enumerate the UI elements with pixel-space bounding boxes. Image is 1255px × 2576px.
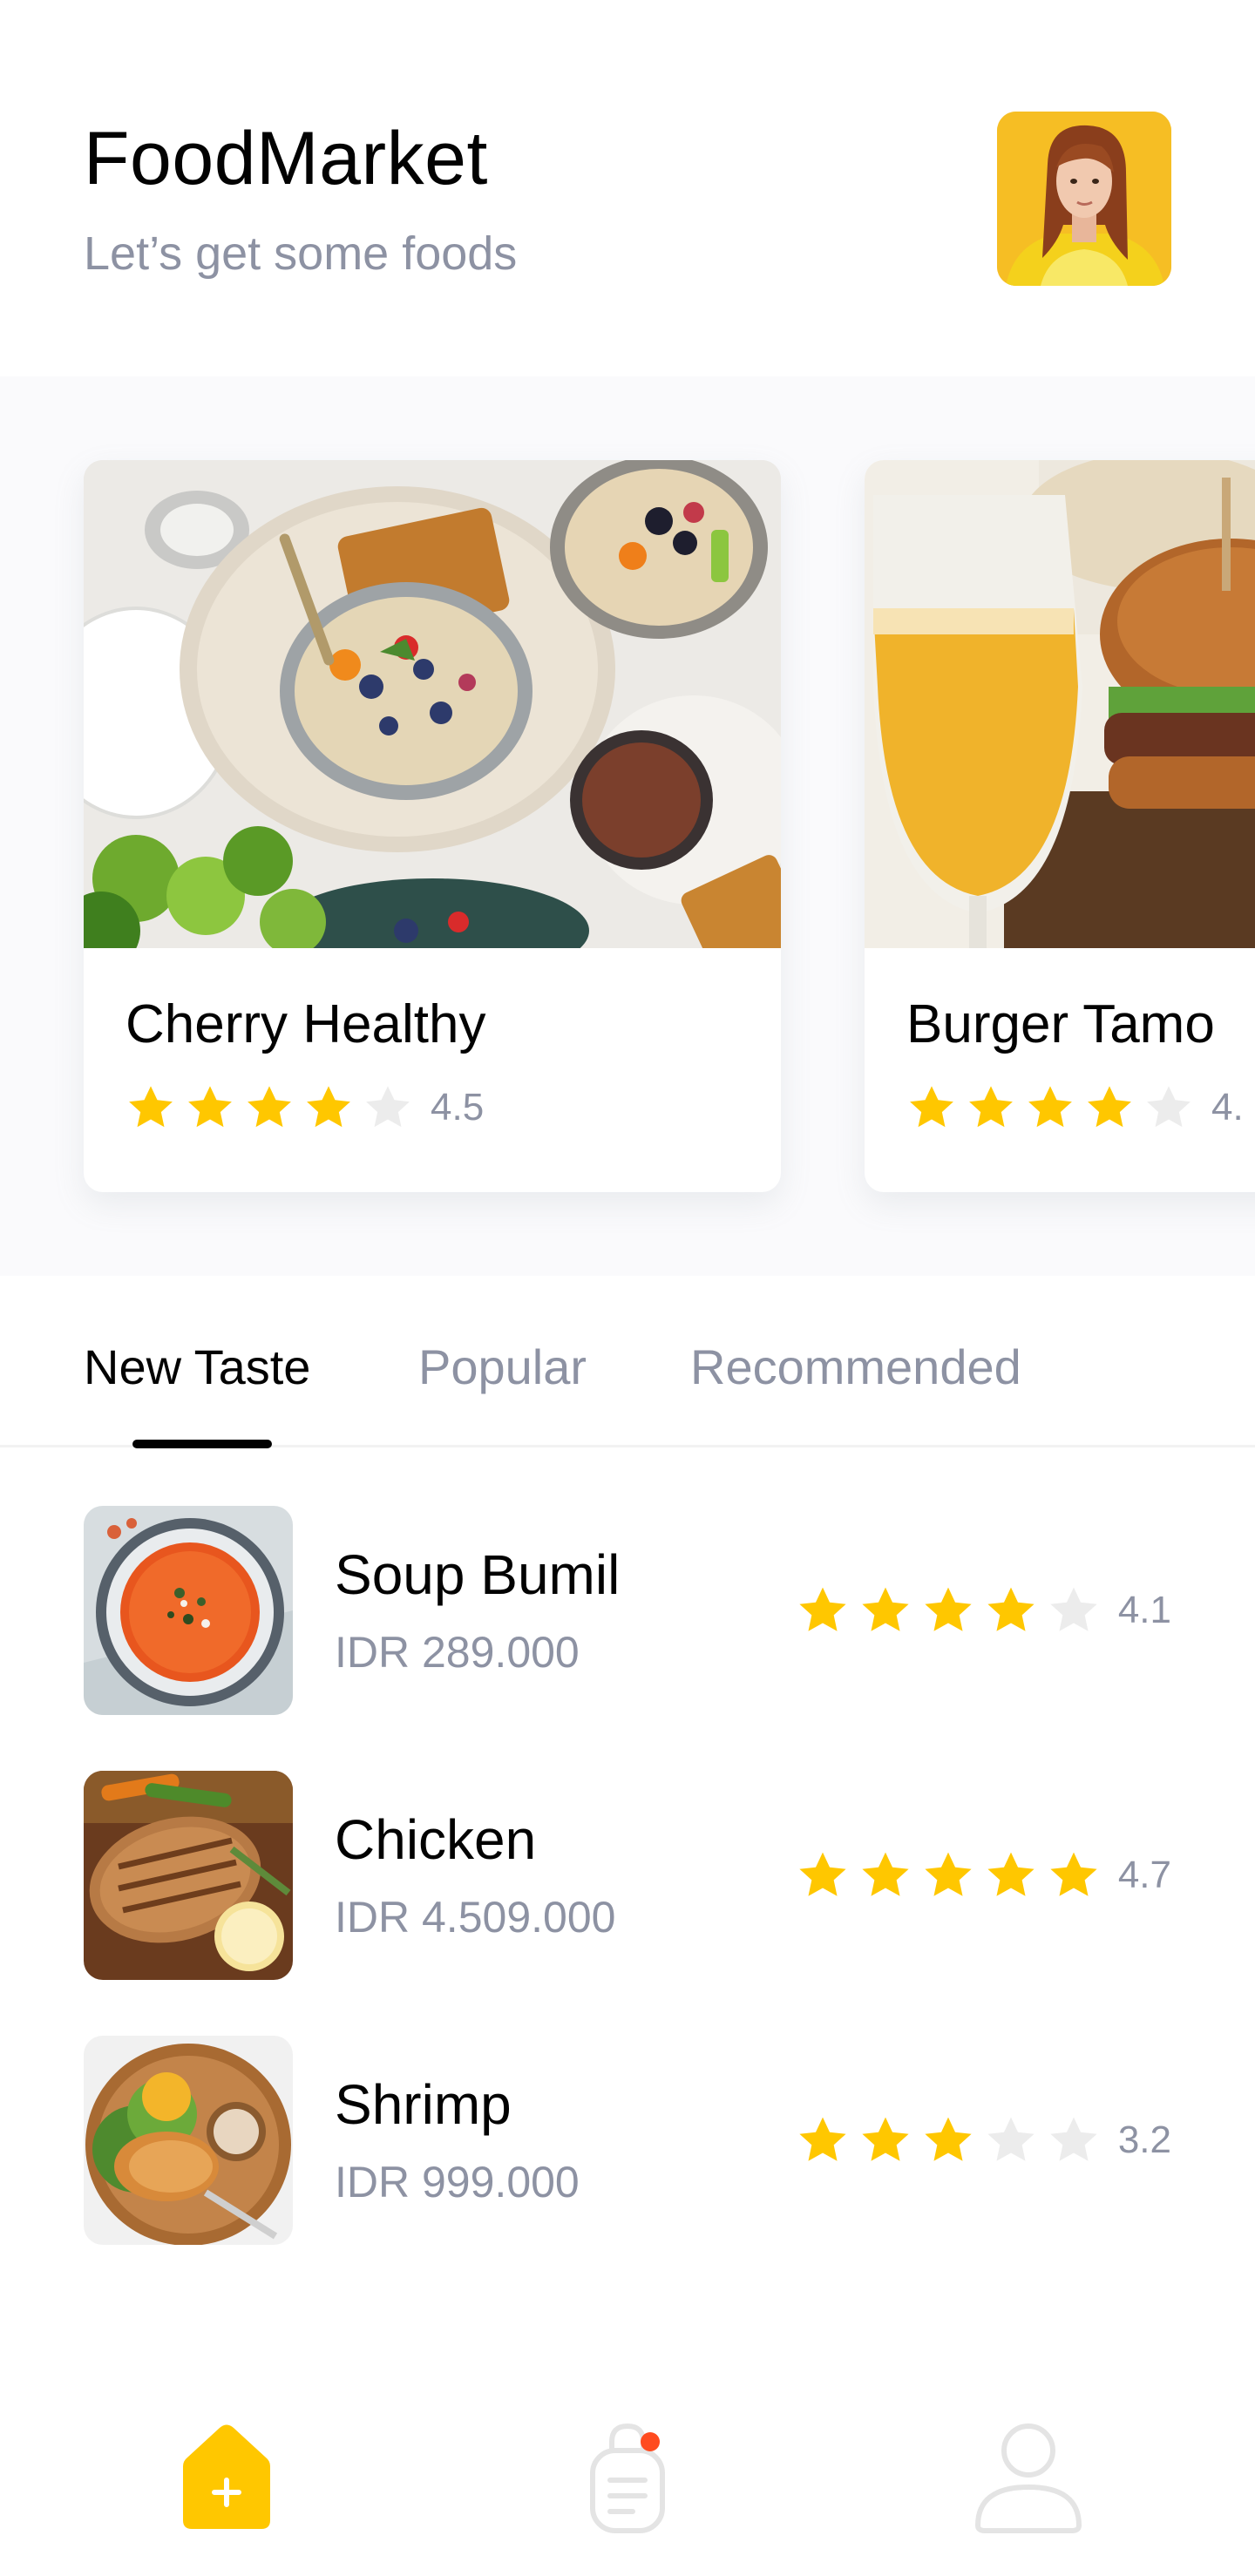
food-price: IDR 999.000: [335, 2158, 580, 2207]
rating-value: 4.1: [1117, 1589, 1171, 1631]
star-rating: [796, 2113, 1109, 2167]
notification-dot: [641, 2432, 660, 2451]
star-filled-icon: [862, 1587, 909, 1631]
star-filled-icon: [925, 1587, 972, 1631]
profile-avatar[interactable]: [997, 112, 1171, 286]
nav-orders-button[interactable]: [558, 2416, 697, 2538]
star-filled-icon: [188, 1086, 232, 1128]
app-header: FoodMarket Let’s get some foods: [0, 0, 1255, 376]
food-rating: 3.2: [796, 2105, 1171, 2175]
food-rating: 4.1: [796, 1576, 1171, 1645]
app-subtitle: Let’s get some foods: [84, 227, 518, 280]
food-thumbnail: [84, 2036, 293, 2245]
featured-card[interactable]: Burger Tamo 4.: [865, 460, 1255, 1192]
rating-value: 3.2: [1117, 2118, 1171, 2161]
star-rating: [796, 1583, 1109, 1637]
rating-value: 4.5: [431, 1086, 485, 1129]
home-icon: [183, 2424, 270, 2529]
star-filled-icon: [987, 1852, 1035, 1896]
star-rating: [796, 1848, 1109, 1902]
food-thumbnail: [84, 1771, 293, 1980]
food-thumbnail: [84, 1506, 293, 1715]
list-item[interactable]: Chicken IDR 4.509.000 4.7: [0, 1771, 1255, 1980]
app-title: FoodMarket: [84, 117, 488, 200]
food-price: IDR 289.000: [335, 1628, 580, 1677]
star-filled-icon: [1088, 1086, 1131, 1128]
soup-photo-icon: [84, 1506, 293, 1715]
rating-value: 4.: [1211, 1086, 1244, 1129]
star-filled-icon: [925, 2117, 972, 2161]
star-rating: [126, 1082, 422, 1133]
star-empty-icon: [1050, 1587, 1097, 1631]
food-photo-healthy-bowl-icon: [84, 460, 781, 948]
star-filled-icon: [1028, 1086, 1072, 1128]
food-name: Chicken: [335, 1808, 537, 1871]
star-filled-icon: [248, 1086, 291, 1128]
person-photo-icon: [997, 112, 1171, 286]
star-filled-icon: [969, 1086, 1013, 1128]
food-name: Shrimp: [335, 2073, 512, 2136]
profile-icon: [974, 2423, 1082, 2533]
star-filled-icon: [862, 1852, 909, 1896]
star-filled-icon: [910, 1086, 953, 1128]
star-filled-icon: [925, 1852, 972, 1896]
star-filled-icon: [799, 1852, 846, 1896]
list-item[interactable]: Shrimp IDR 999.000 3.2: [0, 2036, 1255, 2245]
tab-new-taste[interactable]: New Taste: [84, 1337, 310, 1398]
star-rating: [906, 1082, 1203, 1133]
star-empty-icon: [1050, 2117, 1097, 2161]
tab-recommended[interactable]: Recommended: [690, 1337, 1021, 1398]
chicken-photo-icon: [84, 1771, 293, 1980]
nav-profile-button[interactable]: [959, 2416, 1098, 2538]
featured-card-title: Cherry Healthy: [126, 994, 486, 1054]
food-tabs-section: New Taste Popular Recommended Soup Bumil…: [0, 1276, 1255, 2363]
food-name: Soup Bumil: [335, 1543, 621, 1606]
active-tab-indicator: [132, 1440, 272, 1448]
star-filled-icon: [799, 2117, 846, 2161]
star-empty-icon: [366, 1086, 410, 1128]
food-photo-burger-beer-icon: [865, 460, 1255, 948]
star-filled-icon: [862, 2117, 909, 2161]
featured-card-rating: 4.: [906, 1077, 1244, 1138]
star-filled-icon: [799, 1587, 846, 1631]
shrimp-photo-icon: [84, 2036, 293, 2245]
nav-home-button[interactable]: [157, 2416, 296, 2538]
food-rating: 4.7: [796, 1840, 1171, 1910]
star-filled-icon: [307, 1086, 350, 1128]
featured-card[interactable]: Cherry Healthy 4.5: [84, 460, 781, 1192]
star-filled-icon: [129, 1086, 173, 1128]
star-filled-icon: [1050, 1852, 1097, 1896]
order-bag-icon: [590, 2423, 665, 2533]
star-filled-icon: [987, 1587, 1035, 1631]
bottom-navigation: [0, 2363, 1255, 2576]
featured-card-title: Burger Tamo: [906, 994, 1215, 1054]
list-item[interactable]: Soup Bumil IDR 289.000 4.1: [0, 1506, 1255, 1715]
star-empty-icon: [1147, 1086, 1191, 1128]
tab-popular[interactable]: Popular: [418, 1337, 587, 1398]
featured-card-rating: 4.5: [126, 1077, 484, 1138]
featured-carousel[interactable]: Cherry Healthy 4.5 Burger Tamo 4.: [0, 376, 1255, 1276]
rating-value: 4.7: [1117, 1854, 1171, 1896]
star-empty-icon: [987, 2117, 1035, 2161]
food-price: IDR 4.509.000: [335, 1893, 616, 1942]
